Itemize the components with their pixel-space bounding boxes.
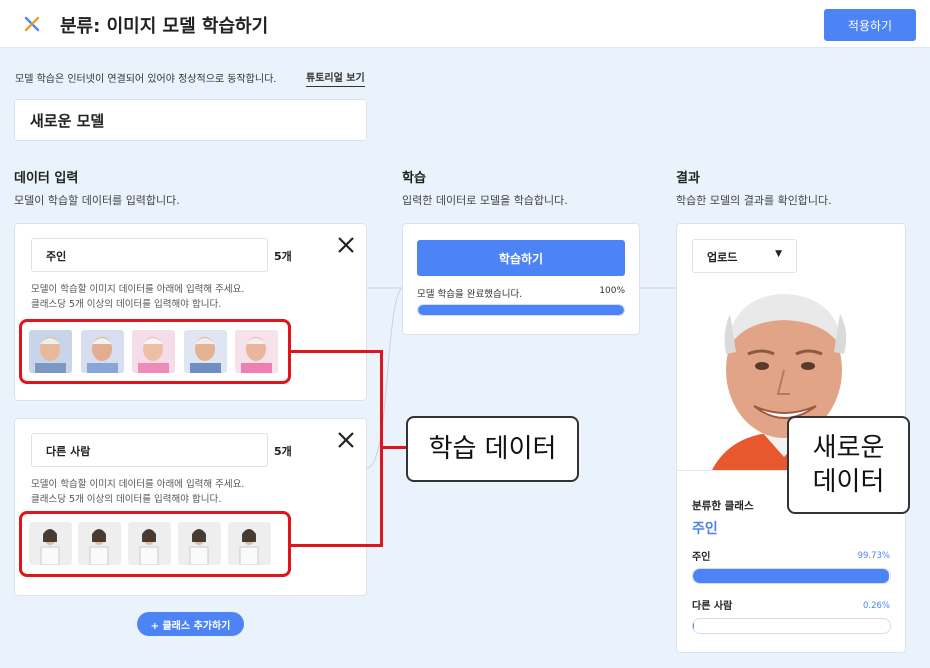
class-hint-2: 클래스당 5개 이상의 데이터를 입력해야 합니다. xyxy=(31,299,222,310)
classified-label: 분류한 클래스 xyxy=(692,500,754,512)
result-column-desc: 학습한 모델의 결과를 확인합니다. xyxy=(676,194,832,207)
training-status: 모델 학습을 완료했습니다. xyxy=(417,289,523,300)
training-progress-bar xyxy=(417,304,625,316)
chevron-down-icon: ▼ xyxy=(775,249,782,259)
input-source-dropdown[interactable]: 업로드 ▼ xyxy=(692,239,797,273)
training-data-callout: 학습 데이터 xyxy=(406,416,579,482)
train-column-title: 학습 xyxy=(402,171,426,186)
input-column-desc: 모델이 학습할 데이터를 입력합니다. xyxy=(14,194,180,207)
class-name-input[interactable]: 다른 사람 xyxy=(31,433,268,467)
class-hint-1: 모델이 학습할 이미지 데이터를 아래에 입력해 주세요. xyxy=(31,284,245,295)
training-data-highlight xyxy=(19,511,291,577)
training-data-highlight xyxy=(19,319,291,384)
class-hint-1: 모델이 학습할 이미지 데이터를 아래에 입력해 주세요. xyxy=(31,479,245,490)
new-data-callout-line1: 새로운 xyxy=(812,433,885,463)
score-label: 다른 사람 xyxy=(692,601,733,612)
delete-class-icon[interactable] xyxy=(335,429,357,451)
delete-class-icon[interactable] xyxy=(335,234,357,256)
score-bar-fill xyxy=(693,619,694,633)
class-hint-2: 클래스당 5개 이상의 데이터를 입력해야 합니다. xyxy=(31,494,222,505)
score-value: 0.26% xyxy=(862,601,890,611)
input-column-title: 데이터 입력 xyxy=(14,171,79,186)
score-bar xyxy=(692,568,891,584)
callout-connector xyxy=(291,350,383,353)
training-progress-fill xyxy=(418,305,624,315)
train-button[interactable]: 학습하기 xyxy=(417,240,625,276)
train-column-desc: 입력한 데이터로 모델을 학습합니다. xyxy=(402,194,568,207)
dropdown-value: 업로드 xyxy=(707,251,738,264)
callout-connector xyxy=(380,446,407,449)
score-bar xyxy=(692,618,891,634)
score-label: 주인 xyxy=(692,552,711,563)
score-value: 99.73% xyxy=(857,551,890,561)
new-data-callout: 새로운 데이터 xyxy=(787,416,910,514)
class-count: 5개 xyxy=(274,250,292,263)
training-card: 학습하기 모델 학습을 완료했습니다. 100% xyxy=(402,223,640,335)
new-data-callout-line2: 데이터 xyxy=(812,467,885,497)
add-class-button[interactable]: + 클래스 추가하기 xyxy=(137,612,244,636)
class-name-input[interactable]: 주인 xyxy=(31,238,268,272)
score-bar-fill xyxy=(693,569,890,583)
result-column-title: 결과 xyxy=(676,171,700,186)
classified-value: 주인 xyxy=(692,521,718,537)
training-percent: 100% xyxy=(599,286,625,296)
callout-connector xyxy=(291,544,383,547)
class-count: 5개 xyxy=(274,445,292,458)
